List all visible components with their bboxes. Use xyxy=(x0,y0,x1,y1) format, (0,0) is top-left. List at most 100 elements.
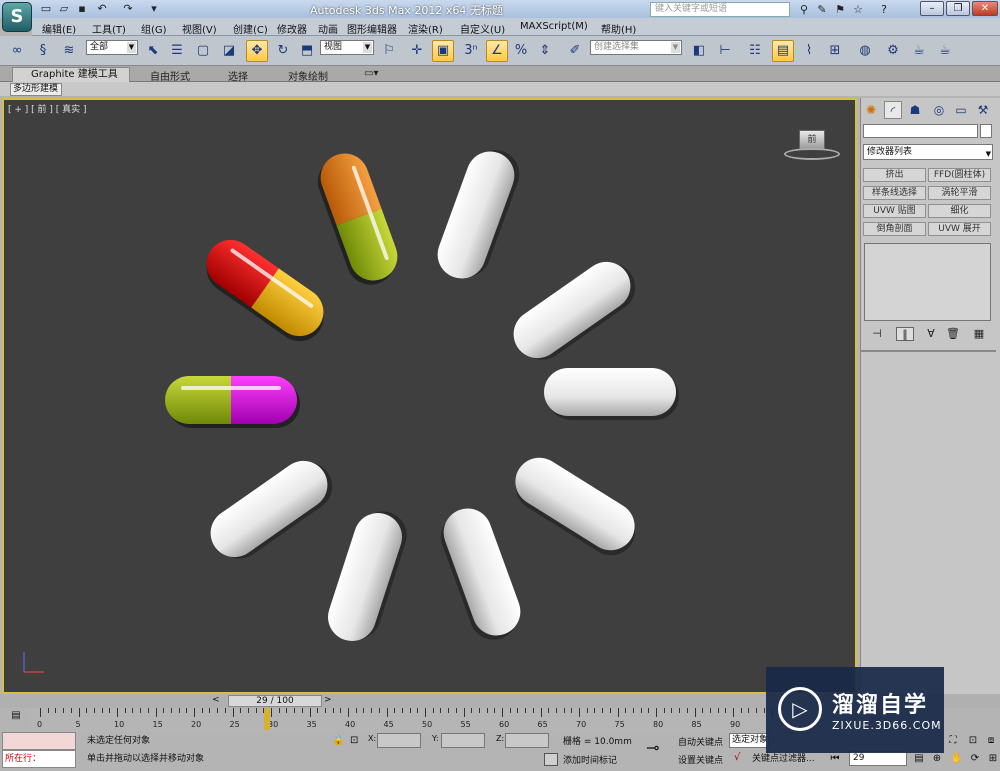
window-crossing-icon[interactable]: ◪ xyxy=(218,40,240,62)
snaps-toggle-icon[interactable]: 3ⁿ xyxy=(460,40,482,62)
configure-modifier-sets-icon[interactable]: ▦ xyxy=(970,327,988,341)
object-color-swatch[interactable] xyxy=(980,124,992,138)
modifier-stack-view[interactable] xyxy=(864,243,991,321)
auto-key-button[interactable]: 自动关键点 xyxy=(678,735,723,748)
orbit-icon[interactable]: ⟳ xyxy=(968,752,982,766)
select-and-scale-icon[interactable]: ⬒ xyxy=(296,40,318,62)
mirror-icon[interactable]: ◧ xyxy=(688,40,710,62)
render-production-icon[interactable]: ☕ xyxy=(934,40,956,62)
material-editor-icon[interactable]: ◍ xyxy=(854,40,876,62)
key-curve-icon[interactable]: √ xyxy=(734,752,740,763)
show-end-result-icon[interactable]: ∥ xyxy=(896,327,914,341)
schematic-view-icon[interactable]: ⊞ xyxy=(824,40,846,62)
maxscript-listener-mini[interactable] xyxy=(2,732,76,750)
menu-tools[interactable]: 工具(T) xyxy=(92,21,126,36)
time-slider-next-icon[interactable]: > xyxy=(324,695,332,705)
edit-named-selection-icon[interactable]: ✐ xyxy=(564,40,586,62)
modifier-button-turbosmooth[interactable]: 涡轮平滑 xyxy=(928,186,991,200)
modifier-button-ffd-cylinder[interactable]: FFD(圆柱体) xyxy=(928,168,991,182)
motion-tab-icon[interactable]: ◎ xyxy=(930,101,948,119)
track-bar[interactable]: 0 5 10 15 20 25 30 35 40 45 50 55 60 65 70 75 80 85 90 xyxy=(30,708,773,732)
select-object-icon[interactable]: ⬉ xyxy=(142,40,164,62)
modifier-button-uvw-map[interactable]: UVW 贴图 xyxy=(863,204,926,218)
ribbon-subtab-polygon-modeling[interactable]: 多边形建模 xyxy=(10,83,62,96)
menu-edit[interactable]: 编辑(E) xyxy=(42,21,76,36)
select-and-rotate-icon[interactable]: ↻ xyxy=(272,40,294,62)
zoom-extents-all-icon[interactable]: ⊡ xyxy=(966,734,980,748)
current-frame-marker[interactable] xyxy=(264,708,270,730)
key-filters-button[interactable]: 关键点过滤器... xyxy=(752,752,837,767)
menu-modifiers[interactable]: 修改器 xyxy=(277,21,307,36)
set-key-icon[interactable]: ⊸ xyxy=(646,738,659,757)
binoculars-icon[interactable]: ⚲ xyxy=(796,2,812,17)
field-of-view-icon[interactable]: ⧈ xyxy=(984,734,998,748)
close-button[interactable]: ✕ xyxy=(972,1,998,16)
reference-coordinate-dropdown[interactable]: 视图 ▼ xyxy=(320,40,374,55)
bind-space-warp-icon[interactable]: ≋ xyxy=(58,40,80,62)
remove-modifier-icon[interactable]: 🗑 xyxy=(944,327,962,341)
quick-access-dropdown-icon[interactable]: ▾ xyxy=(146,1,162,16)
pivot-center-icon[interactable]: ⚐ xyxy=(378,40,400,62)
x-coordinate-input[interactable] xyxy=(377,733,421,748)
ribbon-options-icon[interactable]: ▭▾ xyxy=(364,68,378,79)
set-key-button[interactable]: 设置关键点 xyxy=(678,753,723,766)
spinner-snap-icon[interactable]: ⇕ xyxy=(534,40,556,62)
keyboard-shortcut-override-icon[interactable]: ▣ xyxy=(432,40,454,62)
go-to-start-icon[interactable]: ⏮ xyxy=(828,752,842,766)
menu-group[interactable]: 组(G) xyxy=(141,21,167,36)
create-tab-icon[interactable]: ✺ xyxy=(862,101,880,119)
rendered-frame-icon[interactable]: ☕ xyxy=(908,40,930,62)
percent-snap-icon[interactable]: % xyxy=(510,40,532,62)
modifier-button-unwrap-uvw[interactable]: UVW 展开 xyxy=(928,222,991,236)
angle-snap-icon[interactable]: ∠ xyxy=(486,40,508,62)
open-file-icon[interactable]: ▱ xyxy=(56,1,72,16)
ribbon-tab-selection[interactable]: 选择 xyxy=(228,68,248,83)
menu-view[interactable]: 视图(V) xyxy=(182,21,217,36)
new-file-icon[interactable]: ▭ xyxy=(38,1,54,16)
unlink-icon[interactable]: § xyxy=(32,40,54,62)
viewport-front[interactable]: [ + ] [ 前 ] [ 真实 ] 前 xyxy=(2,98,857,694)
restore-button[interactable]: ❐ xyxy=(946,1,970,16)
ribbon-tab-graphite[interactable]: Graphite 建模工具 xyxy=(12,67,130,82)
help-icon[interactable]: ? xyxy=(876,2,892,17)
modifier-button-extrude[interactable]: 挤出 xyxy=(863,168,926,182)
menu-customize[interactable]: 自定义(U) xyxy=(460,21,505,36)
subscription-icon[interactable]: ⚑ xyxy=(832,2,848,17)
mini-curve-editor-icon[interactable]: ▤ xyxy=(4,710,28,728)
time-tag-icon[interactable] xyxy=(544,753,558,766)
modifier-button-tessellate[interactable]: 细化 xyxy=(928,204,991,218)
pan-icon[interactable]: ✋ xyxy=(950,752,964,766)
redo-icon[interactable]: ↷ xyxy=(120,1,136,16)
modifier-button-bevel-profile[interactable]: 倒角剖面 xyxy=(863,222,926,236)
graphite-toggle-icon[interactable]: ▤ xyxy=(772,40,794,62)
search-input[interactable]: 键入关键字或短语 xyxy=(650,2,790,17)
select-and-manipulate-icon[interactable]: ✛ xyxy=(406,40,428,62)
object-name-input[interactable] xyxy=(863,124,978,138)
lock-selection-icon[interactable]: 🔒 xyxy=(332,735,344,746)
menu-maxscript[interactable]: MAXScript(M) xyxy=(520,21,588,32)
time-config-icon[interactable]: ▤ xyxy=(912,752,926,766)
render-setup-icon[interactable]: ⚙ xyxy=(882,40,904,62)
pin-stack-icon[interactable]: ⊣ xyxy=(868,327,886,341)
maximize-viewport-icon[interactable]: ⊞ xyxy=(986,752,1000,766)
save-icon[interactable]: ▪ xyxy=(74,1,90,16)
3ds-max-logo-icon[interactable]: S xyxy=(2,2,32,32)
hierarchy-tab-icon[interactable]: ☗ xyxy=(906,101,924,119)
add-time-tag[interactable]: 添加时间标记 xyxy=(563,753,617,766)
z-coordinate-input[interactable] xyxy=(505,733,549,748)
menu-help[interactable]: 帮助(H) xyxy=(601,21,636,36)
favorites-star-icon[interactable]: ☆ xyxy=(850,2,866,17)
curve-editor-icon[interactable]: ⌇ xyxy=(798,40,820,62)
rectangle-selection-icon[interactable]: ▢ xyxy=(192,40,214,62)
display-tab-icon[interactable]: ▭ xyxy=(952,101,970,119)
selection-filter-dropdown[interactable]: 全部 ▼ xyxy=(86,40,138,55)
menu-rendering[interactable]: 渲染(R) xyxy=(408,21,443,36)
modify-tab-icon[interactable]: ◜ xyxy=(884,101,902,119)
modifier-button-spline-select[interactable]: 样条线选择 xyxy=(863,186,926,200)
make-unique-icon[interactable]: ∀ xyxy=(922,327,940,341)
absolute-mode-icon[interactable]: ⊡ xyxy=(350,735,358,746)
menu-graph-editors[interactable]: 图形编辑器 xyxy=(347,21,397,36)
select-and-move-icon[interactable]: ✥ xyxy=(246,40,268,62)
y-coordinate-input[interactable] xyxy=(441,733,485,748)
zoom-extents-icon[interactable]: ⛶ xyxy=(946,734,960,748)
